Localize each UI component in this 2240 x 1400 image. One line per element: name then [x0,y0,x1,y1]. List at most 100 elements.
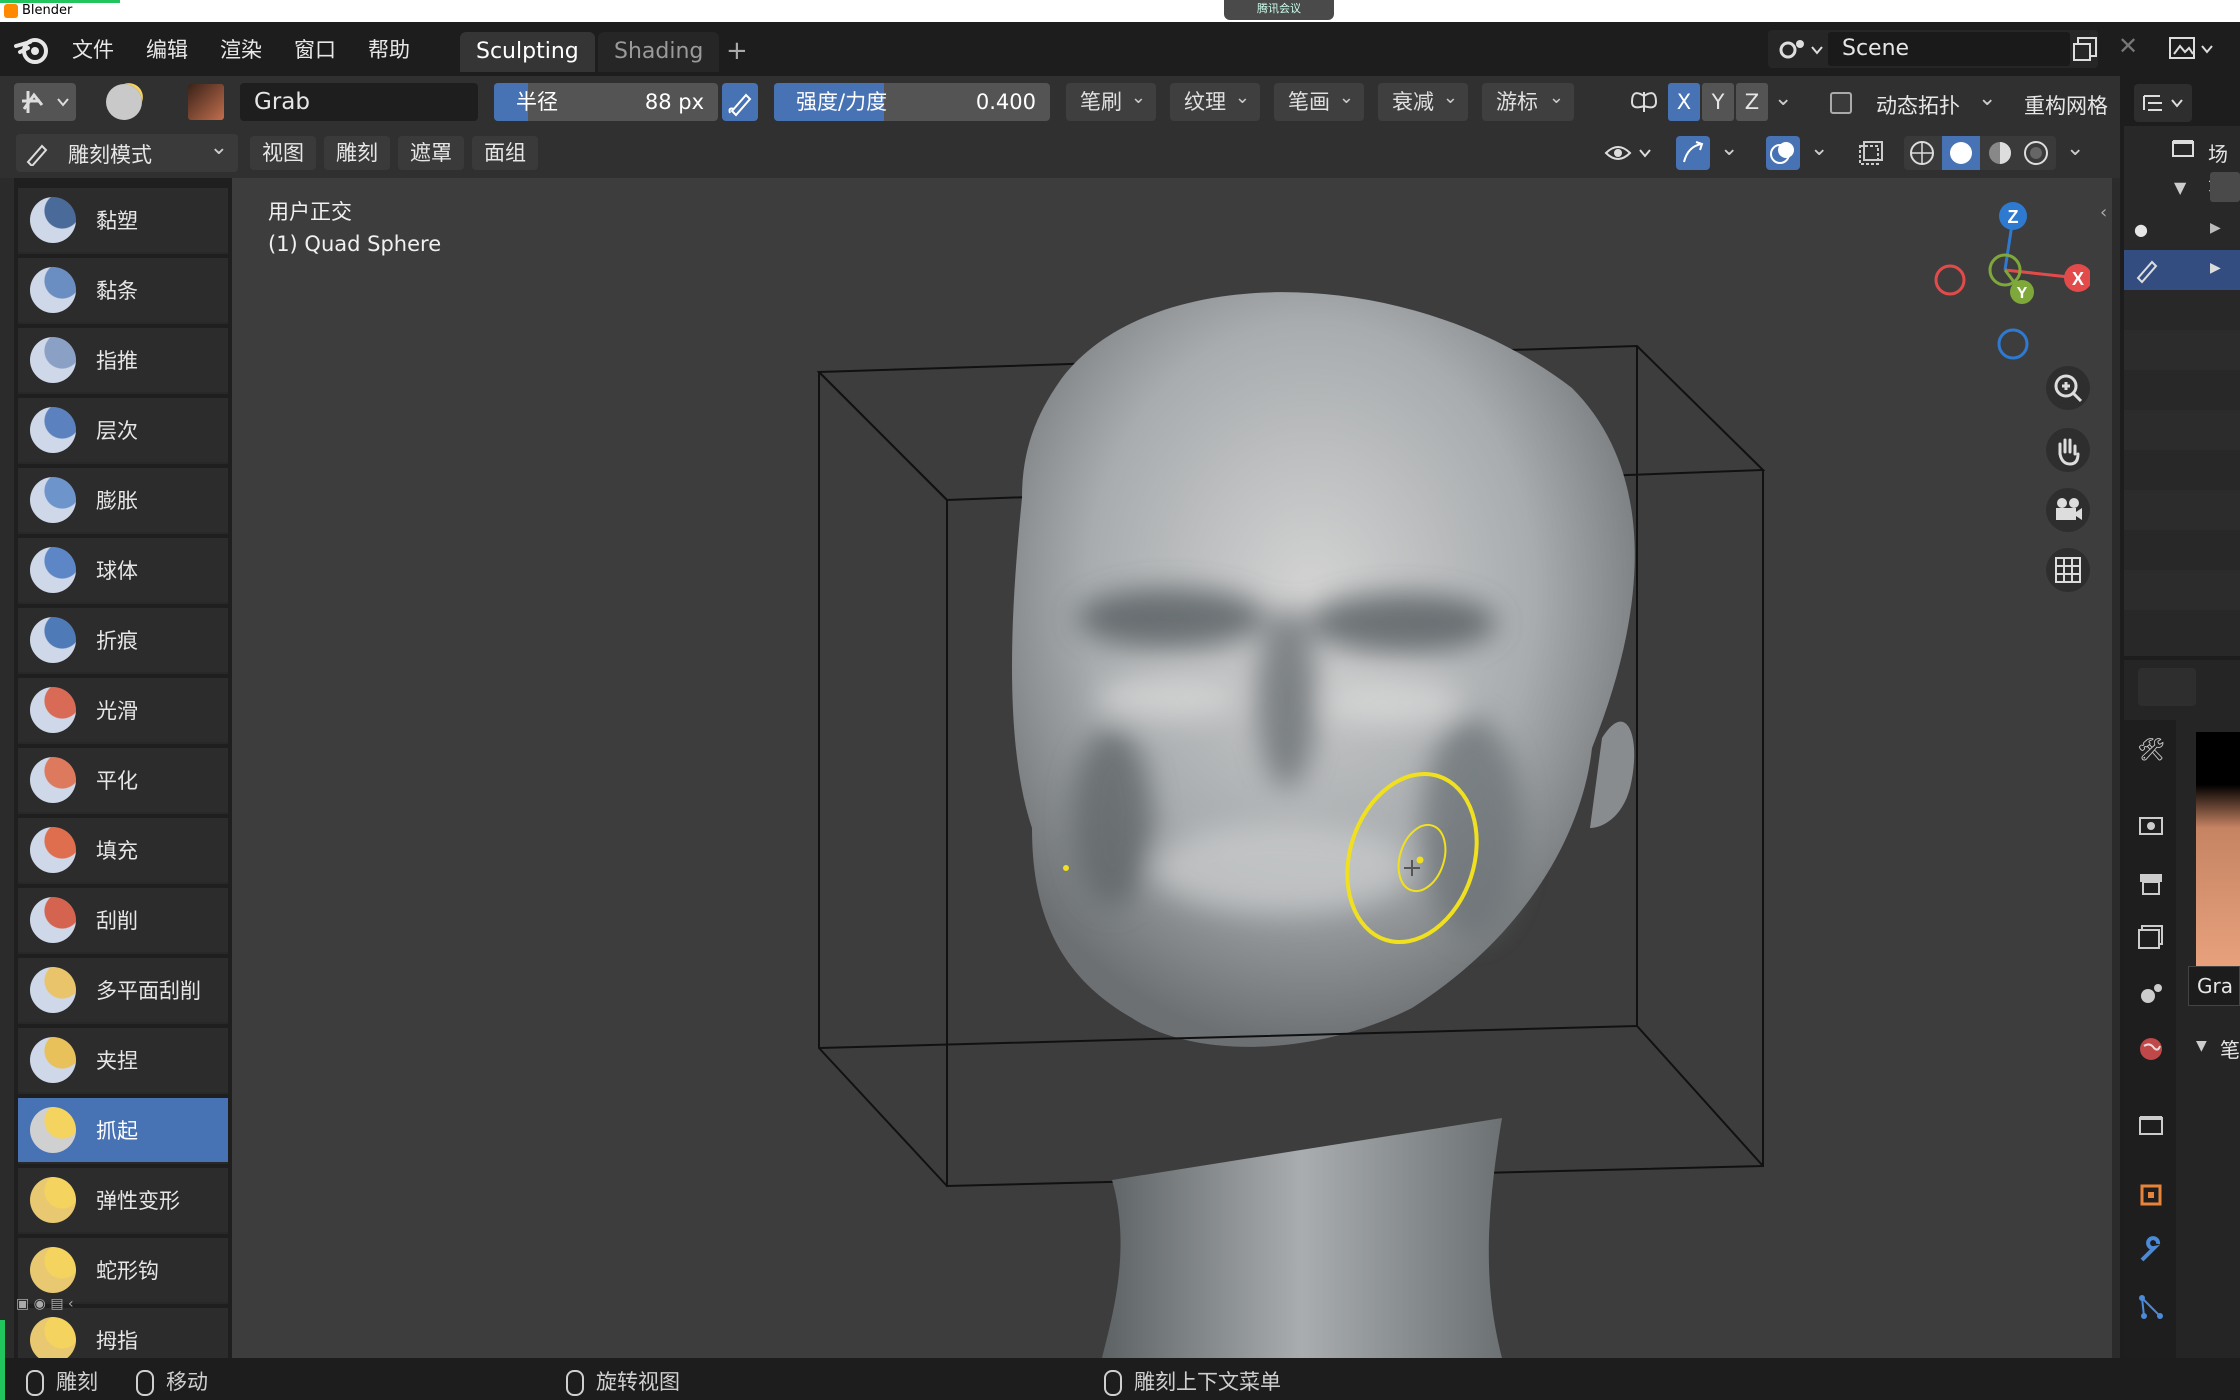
radius-slider[interactable]: 半径 88 px [494,83,718,121]
tool-layer-brush[interactable]: 层次 [18,398,228,464]
menu-face-sets[interactable]: 面组 [472,136,538,170]
tool-label: 拇指 [96,1329,138,1353]
mirror-options-chevron-icon[interactable]: ⌄ [1774,86,1792,111]
tool-grab-brush[interactable]: 抓起 [18,1098,228,1164]
mirror-z-toggle[interactable]: Z [1736,83,1768,121]
ortho-toggle-button[interactable] [2046,548,2090,592]
tool-smear-brush[interactable]: 指推 [18,328,228,394]
menu-help[interactable]: 帮助 [368,34,410,64]
camera-view-button[interactable] [2046,488,2090,532]
dyntopo-label[interactable]: 动态拓扑 [1876,90,1960,120]
tool-fill-brush[interactable]: 填充 [18,818,228,884]
brush-thumbnail[interactable] [188,84,224,120]
tool-blob-brush[interactable]: 球体 [18,538,228,604]
mirror-y-toggle[interactable]: Y [1702,83,1734,121]
tool-pinch-brush[interactable]: 夹捏 [18,1028,228,1094]
solid-shading-button[interactable] [1942,136,1980,170]
scene-name-field[interactable]: Scene [1828,32,2070,66]
scene-browse-icon[interactable] [1776,36,1824,64]
stroke-dropdown[interactable]: 笔画 [1274,79,1364,121]
tool-crease-brush[interactable]: 折痕 [18,608,228,674]
symmetry-butterfly-icon[interactable] [1628,86,1660,118]
overlays-toggle[interactable] [1766,136,1800,170]
menu-render[interactable]: 渲染 [220,34,262,64]
tool-multiplane-scrape-brush[interactable]: 多平面刮削 [18,958,228,1024]
toolbar-scroll-hint[interactable]: ▣ ◉ ▤ ‹ [16,1296,116,1320]
strength-slider[interactable]: 强度/力度 0.400 [774,83,1050,121]
gizmo-x-label: X [2072,269,2084,289]
section-collapse-icon[interactable]: ▼ [2196,1038,2207,1054]
shading-chevron-icon[interactable]: ⌄ [2066,136,2084,161]
dyntopo-chevron-icon[interactable]: ⌄ [1978,86,1996,111]
visibility-eye-icon[interactable] [1602,138,1658,168]
section-stroke-title[interactable]: 笔 [2220,1034,2240,1063]
brush-preview-icon[interactable] [102,82,148,122]
texture-dropdown[interactable]: 纹理 [1170,79,1260,121]
view-layer-tab-icon[interactable] [2136,922,2166,952]
outliner-editor-icon [2143,95,2183,111]
particles-tab-icon[interactable] [2136,1292,2166,1322]
outliner-editor-type[interactable] [2134,84,2192,122]
menu-view[interactable]: 视图 [250,136,316,170]
tool-clay-brush[interactable]: 黏塑 [18,188,228,254]
cursor-dropdown[interactable]: 游标 [1482,79,1574,121]
outliner-selected-row[interactable]: ▶ [2124,250,2240,290]
meeting-badge[interactable]: 腾讯会议 [1224,0,1334,20]
mirror-x-toggle[interactable]: X [1668,83,1700,121]
tool-elastic-deform-brush[interactable]: 弹性变形 [18,1168,228,1234]
object-tab-icon[interactable] [2136,1180,2166,1210]
brush-dropdown[interactable]: 笔刷 [1066,79,1156,121]
falloff-dropdown[interactable]: 衰减 [1378,79,1468,121]
blender-logo-icon[interactable] [14,32,52,66]
menu-edit[interactable]: 编辑 [146,34,188,64]
menu-window[interactable]: 窗口 [294,34,336,64]
output-tab-icon[interactable] [2136,868,2166,898]
tool-scrape-brush[interactable]: 刮削 [18,888,228,954]
properties-editor-type[interactable] [2138,668,2196,706]
zoom-button[interactable] [2046,366,2090,410]
tool-smooth-brush[interactable]: 光滑 [18,678,228,744]
scene-tab-icon[interactable] [2136,978,2166,1008]
xray-toggle-icon[interactable] [1856,136,1890,170]
radius-pressure-toggle[interactable] [722,83,758,121]
tool-flatten-brush[interactable]: 平化 [18,748,228,814]
pan-button[interactable] [2046,428,2090,472]
world-tab-icon[interactable] [2136,1034,2166,1064]
tool-snake-hook-brush[interactable]: 蛇形钩 [18,1238,228,1304]
remesh-label[interactable]: 重构网格 [2024,90,2108,120]
menu-file[interactable]: 文件 [72,34,114,64]
brush-name-field[interactable]: Grab [240,83,478,121]
rendered-shading-icon[interactable] [2022,139,2050,167]
navigation-gizmo[interactable]: Z X Y [1920,196,2090,366]
outliner-arrow-icon[interactable]: ▶ [2210,220,2221,236]
3d-viewport[interactable]: 用户正交 (1) Quad Sphere ‹ [232,178,2112,1358]
collection-expand-icon[interactable]: ▼ [2174,178,2186,197]
view-layer-icon[interactable] [2168,34,2218,64]
tool-inflate-brush[interactable]: 膨胀 [18,468,228,534]
grab-brush-icon [30,1107,76,1153]
modifier-tab-icon[interactable] [2136,1236,2166,1266]
material-shading-icon[interactable] [1986,139,2014,167]
tool-clay-strips-brush[interactable]: 黏条 [18,258,228,324]
close-scene-icon[interactable]: ✕ [2118,32,2138,60]
copy-scene-icon[interactable] [2072,36,2100,64]
brush-name-property[interactable]: Gra [2188,966,2240,1006]
outliner-expand-icon[interactable]: ▶ [2210,260,2221,276]
collection-icon[interactable] [2210,172,2240,202]
tab-sculpting[interactable]: Sculpting [460,32,595,72]
gizmo-options-chevron-icon[interactable]: ⌄ [1720,136,1738,161]
active-tool-selector[interactable] [14,83,76,121]
dyntopo-checkbox[interactable] [1830,92,1852,114]
wireframe-shading-icon[interactable] [1908,139,1936,167]
add-workspace-button[interactable]: + [726,36,748,66]
mode-selector[interactable]: 雕刻模式 ⌄ [16,134,238,172]
tool-tab-icon[interactable]: 🛠 [2136,738,2166,768]
menu-sculpt[interactable]: 雕刻 [324,136,390,170]
overlays-chevron-icon[interactable]: ⌄ [1810,136,1828,161]
tab-shading[interactable]: Shading [598,32,720,72]
collection-tab-icon[interactable] [2136,1110,2166,1140]
sidebar-toggle-icon[interactable]: ‹ [2100,202,2107,223]
render-tab-icon[interactable] [2136,810,2166,840]
gizmo-toggle[interactable] [1676,136,1710,170]
menu-mask[interactable]: 遮罩 [398,136,464,170]
